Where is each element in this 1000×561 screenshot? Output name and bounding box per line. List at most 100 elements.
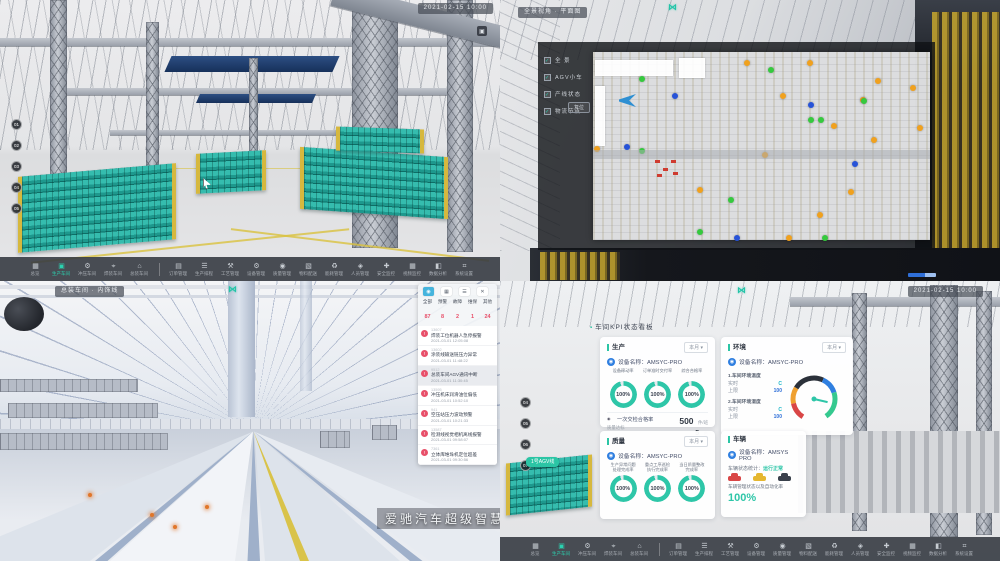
car-icon (778, 476, 791, 481)
alarm-tab-2[interactable]: ☰ (459, 287, 470, 296)
card-title: 车辆 (728, 436, 746, 443)
toolbar-item-8[interactable]: ⚙设备管理 (244, 257, 270, 281)
machine-rack[interactable] (336, 126, 424, 153)
period-select[interactable]: 本月 (684, 342, 708, 353)
toolbar-item-3[interactable]: ⌖焊装车间 (601, 537, 627, 561)
fullscreen-icon[interactable]: ▣ (477, 26, 487, 36)
alarm-list-item[interactable]: !13607焊装工位机器人急停报警2021-03-01 12:05:08 (418, 326, 497, 346)
alarm-list-item[interactable]: !13595冲压机床润滑油位偏低2021-03-01 10:52:10 (418, 386, 497, 406)
alarm-list-item[interactable]: !13602涂装线输送链压力异常2021-03-01 11:48:22 (418, 346, 497, 366)
alarm-list-item[interactable]: !7361立体库堆垛机定位超差2021-03-01 09:30:56 (418, 445, 497, 465)
toolbar-item-label: 视频监控 (403, 271, 421, 276)
toolbar-item-10[interactable]: ▧物料配送 (296, 257, 322, 281)
station-badge[interactable]: 06 (520, 439, 531, 450)
car-icon (728, 476, 741, 481)
toolbar-item-12[interactable]: ◈人员管理 (348, 257, 374, 281)
toolbar-item-icon: ⌗ (463, 262, 467, 271)
toolbar-item-14[interactable]: ▦视频监控 (900, 537, 926, 561)
alarm-list-item[interactable]: !13587检测线视觉相机离线报警2021-03-01 09:58:07 (418, 426, 497, 446)
toolbar-item-3[interactable]: ⌖焊装车间 (101, 257, 127, 281)
toolbar-item-0[interactable]: ▦总览 (23, 257, 49, 281)
toolbar-item-11[interactable]: ♻能耗管理 (822, 537, 848, 561)
toolbar-item-13[interactable]: ✚安全监控 (374, 257, 400, 281)
kpi-donut: 综合合格率100% (676, 369, 708, 408)
toolbar-item-5[interactable]: ▤订单管理 (166, 257, 192, 281)
viewport-3d-overview[interactable]: 0102030405 2021-02-15 10:00 ▣ ▦总览▣生产车间⚙冲… (0, 0, 500, 281)
footer-label: 一次交检合格率 (617, 416, 653, 423)
alarm-list-item[interactable]: !9512总装车间AGV通讯中断2021-03-01 11:30:45 (418, 366, 497, 386)
checkbox-icon[interactable]: ✓ (544, 108, 551, 115)
toolbar-item-2[interactable]: ⚙冲压车间 (75, 257, 101, 281)
toolbar-item-4[interactable]: ⌂总装车间 (627, 537, 653, 561)
toolbar-item-16[interactable]: ⌗系统设置 (952, 537, 978, 561)
machine-rack[interactable] (300, 147, 448, 219)
toolbar-item-4[interactable]: ⌂总装车间 (127, 257, 153, 281)
checkbox-icon[interactable]: ✓ (544, 91, 551, 98)
device-icon: ◉ (728, 358, 736, 366)
toolbar-item-label: 质量管理 (773, 551, 791, 556)
station-badge[interactable]: 05 (11, 203, 22, 214)
gauge-svg (782, 369, 846, 429)
alarm-tab-0[interactable]: ◉ (423, 287, 434, 296)
machine-rack[interactable] (18, 163, 176, 253)
toolbar-item-icon: ♻ (331, 262, 337, 271)
toolbar-item-16[interactable]: ⌗系统设置 (452, 257, 478, 281)
viewport-floorplan[interactable]: ✓全 景✓AGV小车✓产线状态✓物流节点 复位 全景视角 · 平面图 ⋈ (500, 0, 1000, 281)
toolbar-item-7[interactable]: ⚒工艺管理 (718, 537, 744, 561)
legend-item[interactable]: ✓AGV小车 (544, 73, 596, 81)
factory-floorplan-map[interactable] (593, 52, 930, 240)
toolbar-item-label: 视频监控 (903, 551, 921, 556)
toolbar-item-10[interactable]: ▧物料配送 (796, 537, 822, 561)
toolbar-item-1[interactable]: ▣生产车间 (49, 257, 75, 281)
reset-view-button[interactable]: 复位 (568, 102, 590, 113)
toolbar-item-label: 质量管理 (273, 271, 291, 276)
toolbar-item-8[interactable]: ⚙设备管理 (744, 537, 770, 561)
alarm-tab-1[interactable]: ▦ (441, 287, 452, 296)
toolbar-item-6[interactable]: ☰生产排程 (692, 537, 718, 561)
toolbar-item-6[interactable]: ☰生产排程 (192, 257, 218, 281)
toolbar-item-15[interactable]: ◧数据分析 (926, 537, 952, 561)
toolbar-item-icon: ▦ (409, 262, 416, 271)
view-label: 全景视角 · 平面图 (518, 7, 587, 18)
toolbar-item-12[interactable]: ◈人员管理 (848, 537, 874, 561)
station-badge[interactable]: 03 (11, 161, 22, 172)
map-status-dot (807, 60, 813, 66)
checkbox-icon[interactable]: ✓ (544, 74, 551, 81)
toolbar-item-14[interactable]: ▦视频监控 (400, 257, 426, 281)
viewport-assembly-line[interactable]: 总装车间 · 内饰线 ⋈ ◉▦☰✕ 全部87预警8故障2维保1其他24 !136… (0, 281, 500, 561)
map-status-dot (848, 189, 854, 195)
station-badge[interactable]: 05 (520, 418, 531, 429)
station-badge[interactable]: 01 (11, 119, 22, 130)
checkbox-icon[interactable]: ✓ (544, 57, 551, 64)
period-select[interactable]: 本月 (822, 342, 846, 353)
legend-item[interactable]: ✓全 景 (544, 56, 596, 64)
alarm-tab-3[interactable]: ✕ (477, 287, 488, 296)
viewport-kpi-dashboard[interactable]: 04050607 1号AGV线 2021-02-15 10:00 ⋈ ▪车间KP… (500, 281, 1000, 561)
toolbar-item-13[interactable]: ✚安全监控 (874, 537, 900, 561)
period-select[interactable]: 本月 (684, 436, 708, 447)
toolbar-item-5[interactable]: ▤订单管理 (666, 537, 692, 561)
toolbar-item-2[interactable]: ⚙冲压车间 (575, 537, 601, 561)
station-badge[interactable]: 02 (11, 140, 22, 151)
toolbar-item-label: 人员管理 (851, 551, 869, 556)
building-outline (595, 86, 605, 146)
toolbar-item-0[interactable]: ▦总览 (523, 537, 549, 561)
card-title: 环境 (728, 344, 746, 351)
toolbar-item-11[interactable]: ♻能耗管理 (322, 257, 348, 281)
toolbar-item-label: 工艺管理 (721, 551, 739, 556)
loading-progress-bar (908, 273, 936, 277)
toolbar-item-9[interactable]: ◉质量管理 (770, 537, 796, 561)
station-badge[interactable]: 04 (520, 397, 531, 408)
agv-label-pill[interactable]: 1号AGV线 (526, 457, 559, 467)
legend-item[interactable]: ✓产线状态 (544, 90, 596, 98)
toolbar-item-15[interactable]: ◧数据分析 (426, 257, 452, 281)
toolbar-item-1[interactable]: ▣生产车间 (549, 537, 575, 561)
toolbar-item-7[interactable]: ⚒工艺管理 (218, 257, 244, 281)
alarm-list-item[interactable]: !941空压站压力波动预警2021-03-01 10:21:33 (418, 406, 497, 426)
roof-beam (0, 38, 500, 46)
station-badge[interactable]: 04 (11, 182, 22, 193)
title-bullet-icon: ▪ (590, 325, 593, 331)
brand-logo-icon: ⋈ (228, 284, 237, 295)
toolbar-item-9[interactable]: ◉质量管理 (270, 257, 296, 281)
kpi-card-production: 生产本月 ◉设备名称：AMSYC-PRO 设备稼动率100%订单准时交付率100… (600, 337, 715, 427)
